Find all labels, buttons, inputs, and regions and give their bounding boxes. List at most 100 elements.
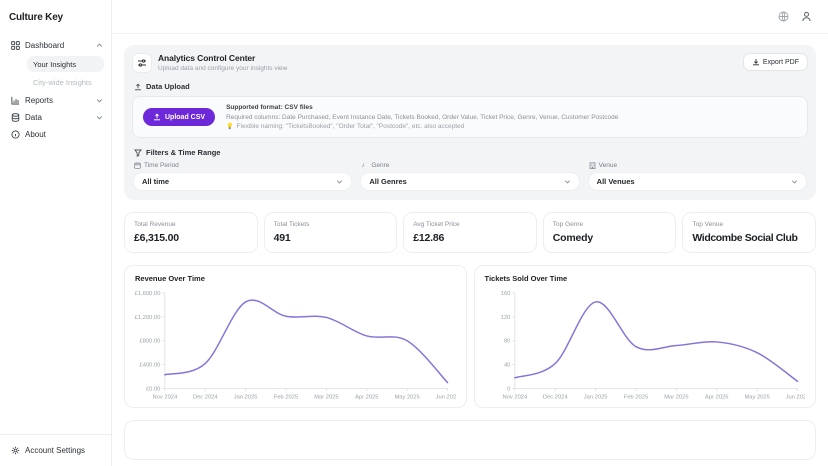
sidebar-item-label: Data <box>25 113 91 122</box>
stat-card-total-revenue: Total Revenue £6,315.00 <box>124 212 258 253</box>
stat-card-top-venue: Top Venue Widcombe Social Club <box>682 212 816 253</box>
sliders-icon <box>133 54 151 72</box>
download-icon <box>752 58 760 66</box>
music-note-icon: ♪ <box>361 162 368 169</box>
svg-text:80: 80 <box>503 339 509 345</box>
venue-select[interactable]: All Venues <box>589 173 806 190</box>
upload-info-box: Upload CSV Supported format: CSV files R… <box>132 96 808 138</box>
sidebar-item-account-settings[interactable]: Account Settings <box>0 434 111 466</box>
filters-section-label: Filters & Time Range <box>134 148 808 157</box>
required-columns-text: Required columns: Date Purchased, Event … <box>226 114 618 121</box>
svg-text:Dec 2024: Dec 2024 <box>542 394 567 400</box>
svg-text:£0.00: £0.00 <box>146 386 160 392</box>
stats-row: Total Revenue £6,315.00 Total Tickets 49… <box>124 212 816 253</box>
filter-venue: Venue All Venues <box>589 162 806 190</box>
filter-time-period: Time Period All time <box>134 162 351 190</box>
sidebar-item-label: About <box>25 130 103 139</box>
svg-text:160: 160 <box>500 291 510 297</box>
svg-text:Feb 2025: Feb 2025 <box>274 394 298 400</box>
sidebar-item-dashboard[interactable]: Dashboard <box>0 37 111 54</box>
svg-text:Jun 2025: Jun 2025 <box>785 394 805 400</box>
svg-text:Nov 2024: Nov 2024 <box>502 394 527 400</box>
sidebar-item-label: Dashboard <box>25 41 91 50</box>
topbar <box>112 0 828 34</box>
svg-text:May 2025: May 2025 <box>394 394 419 400</box>
svg-text:Jan 2025: Jan 2025 <box>583 394 607 400</box>
building-icon <box>589 162 596 169</box>
genre-select[interactable]: All Genres <box>361 173 578 190</box>
svg-text:Apr 2025: Apr 2025 <box>355 394 378 400</box>
panel-title-block: Analytics Control Center Upload data and… <box>158 53 287 72</box>
svg-text:0: 0 <box>507 386 510 392</box>
data-upload-section-label: Data Upload <box>134 82 808 91</box>
calendar-icon <box>134 162 141 169</box>
stat-card-avg-ticket-price: Avg Ticket Price £12.86 <box>403 212 537 253</box>
grid-icon <box>11 41 20 50</box>
time-period-select[interactable]: All time <box>134 173 351 190</box>
svg-text:May 2025: May 2025 <box>744 394 769 400</box>
stat-card-total-tickets: Total Tickets 491 <box>264 212 398 253</box>
upload-icon <box>153 113 161 121</box>
analytics-control-center-panel: Analytics Control Center Upload data and… <box>124 45 816 200</box>
revenue-over-time-chart: Revenue Over Time £0.00£400.00£800.00£1,… <box>124 265 467 408</box>
sidebar-item-city-wide-insights[interactable]: City-wide Insights <box>27 74 104 90</box>
filter-label: Time Period <box>144 162 179 169</box>
sidebar-footer-label: Account Settings <box>25 446 85 455</box>
sidebar-item-label: Reports <box>25 96 91 105</box>
svg-text:Mar 2025: Mar 2025 <box>664 394 688 400</box>
sidebar-item-about[interactable]: About <box>0 126 111 143</box>
page-title: Analytics Control Center <box>158 53 287 63</box>
filter-label: Venue <box>599 162 617 169</box>
brand-logo: Culture Key <box>0 0 111 37</box>
svg-text:£1,200.00: £1,200.00 <box>135 315 160 321</box>
tickets-sold-over-time-chart: Tickets Sold Over Time 04080120160Nov 20… <box>474 265 817 408</box>
sidebar-item-reports[interactable]: Reports <box>0 92 111 109</box>
svg-text:Feb 2025: Feb 2025 <box>623 394 647 400</box>
svg-text:120: 120 <box>500 315 510 321</box>
filter-genre: ♪ Genre All Genres <box>361 162 578 190</box>
svg-text:£800.00: £800.00 <box>140 339 161 345</box>
globe-icon[interactable] <box>778 11 789 22</box>
lightbulb-icon: 💡 <box>226 123 233 130</box>
sidebar-nav: Dashboard Your Insights City-wide Insigh… <box>0 37 111 434</box>
svg-text:Jun 2025: Jun 2025 <box>436 394 456 400</box>
main-content: Analytics Control Center Upload data and… <box>112 34 828 466</box>
upload-icon <box>134 83 142 91</box>
tickets-line-chart: 0 40 80 120 160 Nov 2024 Dec 2024 Jan 2025 Feb 2… <box>485 286 806 403</box>
panel-header: Analytics Control Center Upload data and… <box>132 53 808 72</box>
gear-icon <box>11 446 20 455</box>
upload-csv-button[interactable]: Upload CSV <box>143 108 215 126</box>
export-pdf-button[interactable]: Export PDF <box>743 53 808 71</box>
stat-card-top-genre: Top Genre Comedy <box>543 212 677 253</box>
chevron-down-icon <box>96 114 103 121</box>
database-icon <box>11 113 20 122</box>
svg-text:Nov 2024: Nov 2024 <box>153 394 178 400</box>
svg-text:Jan 2025: Jan 2025 <box>234 394 258 400</box>
sidebar-item-your-insights[interactable]: Your Insights <box>27 56 104 72</box>
svg-text:40: 40 <box>503 363 509 369</box>
svg-text:Mar 2025: Mar 2025 <box>314 394 338 400</box>
export-pdf-label: Export PDF <box>763 59 799 66</box>
svg-text:£400.00: £400.00 <box>140 363 161 369</box>
chevron-down-icon <box>564 178 571 185</box>
page-subtitle: Upload data and configure your insights … <box>158 65 287 72</box>
revenue-line-chart: £0.00 £400.00 £800.00 £1,200.00 £1,600.00 Nov… <box>135 286 456 403</box>
info-icon <box>11 130 20 139</box>
charts-row: Revenue Over Time £0.00£400.00£800.00£1,… <box>124 265 816 408</box>
filter-grid: Time Period All time ♪ Genre All Genres <box>132 162 808 190</box>
chevron-down-icon <box>336 178 343 185</box>
chevron-up-icon <box>96 42 103 49</box>
flexible-naming-text: 💡 Flexible naming: "TicketsBooked", "Ord… <box>226 123 618 130</box>
sidebar-item-data[interactable]: Data <box>0 109 111 126</box>
svg-text:Dec 2024: Dec 2024 <box>193 394 218 400</box>
user-icon[interactable] <box>801 11 812 22</box>
funnel-icon <box>134 149 142 157</box>
filter-label: Genre <box>371 162 389 169</box>
svg-text:£1,600.00: £1,600.00 <box>135 291 160 297</box>
sidebar: Culture Key Dashboard Your Insights City… <box>0 0 112 466</box>
bottom-card <box>124 420 816 460</box>
supported-format-text: Supported format: CSV files <box>226 104 618 111</box>
svg-text:Apr 2025: Apr 2025 <box>705 394 728 400</box>
bar-chart-icon <box>11 96 20 105</box>
chevron-down-icon <box>791 178 798 185</box>
